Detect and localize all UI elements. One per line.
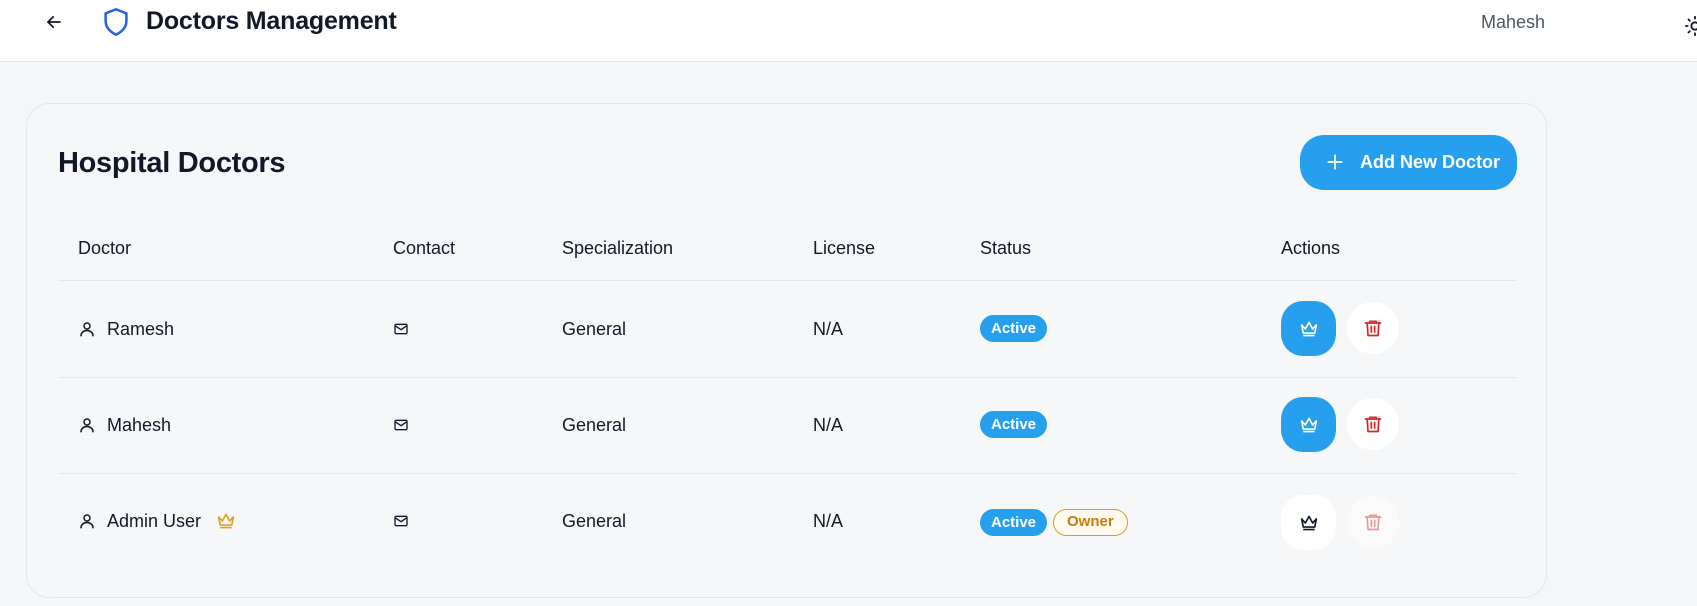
trash-icon xyxy=(1364,320,1382,337)
mail-icon[interactable] xyxy=(393,321,409,337)
delete-doctor-button[interactable] xyxy=(1347,302,1399,354)
user-icon xyxy=(80,418,94,433)
doctor-license: N/A xyxy=(813,511,844,531)
column-header-doctor: Doctor xyxy=(78,238,132,258)
make-admin-button[interactable] xyxy=(1281,301,1336,356)
shield-icon xyxy=(104,8,128,36)
doctor-name: Admin User xyxy=(107,511,202,531)
mail-icon[interactable] xyxy=(393,513,409,529)
plus-icon xyxy=(1327,154,1343,170)
user-icon xyxy=(80,514,94,529)
status-badge: Active xyxy=(980,315,1048,342)
status-badge: Active xyxy=(980,509,1048,536)
trash-icon xyxy=(1364,514,1382,531)
back-button[interactable] xyxy=(42,10,66,34)
delete-doctor-button[interactable] xyxy=(1347,496,1399,548)
card-title: Hospital Doctors xyxy=(58,147,286,179)
trash-icon xyxy=(1364,416,1382,433)
user-icon xyxy=(80,322,94,337)
top-bar: Doctors Management Mahesh xyxy=(0,0,1697,62)
mail-icon[interactable] xyxy=(393,417,409,433)
column-header-contact: Contact xyxy=(393,238,456,258)
table-row: Ramesh General N/A Active xyxy=(27,281,1548,377)
status-badge: Active xyxy=(980,411,1048,438)
doctors-card: Hospital Doctors Add New Doctor Doctor C… xyxy=(26,103,1547,598)
crown-icon xyxy=(1300,515,1317,530)
admin-role-button[interactable] xyxy=(1281,495,1336,550)
current-user-name: Mahesh xyxy=(1481,12,1546,32)
table-row: Mahesh General N/A Active xyxy=(27,378,1548,474)
add-new-doctor-label: Add New Doctor xyxy=(1360,152,1501,172)
make-admin-button[interactable] xyxy=(1281,397,1336,452)
page-title: Doctors Management xyxy=(146,7,397,35)
doctor-specialization: General xyxy=(562,511,627,531)
doctor-license: N/A xyxy=(813,319,844,339)
sun-icon xyxy=(1684,15,1697,37)
crown-icon xyxy=(1300,321,1317,336)
owner-badge: Owner xyxy=(1053,509,1128,536)
theme-toggle-button[interactable] xyxy=(1684,15,1697,37)
add-new-doctor-button[interactable]: Add New Doctor xyxy=(1300,135,1517,190)
crown-icon xyxy=(217,513,235,529)
column-header-actions: Actions xyxy=(1281,238,1341,258)
doctor-name: Ramesh xyxy=(107,319,175,339)
delete-doctor-button[interactable] xyxy=(1347,398,1399,450)
column-header-specialization: Specialization xyxy=(562,238,674,258)
doctor-license: N/A xyxy=(813,415,844,435)
table-row: Admin User General N/A Active Owner xyxy=(27,474,1548,570)
doctor-specialization: General xyxy=(562,415,627,435)
arrow-left-icon xyxy=(47,15,61,29)
doctor-specialization: General xyxy=(562,319,627,339)
column-header-status: Status xyxy=(980,238,1032,258)
column-header-license: License xyxy=(813,238,876,258)
doctor-name: Mahesh xyxy=(107,415,172,435)
crown-icon xyxy=(1300,417,1317,432)
